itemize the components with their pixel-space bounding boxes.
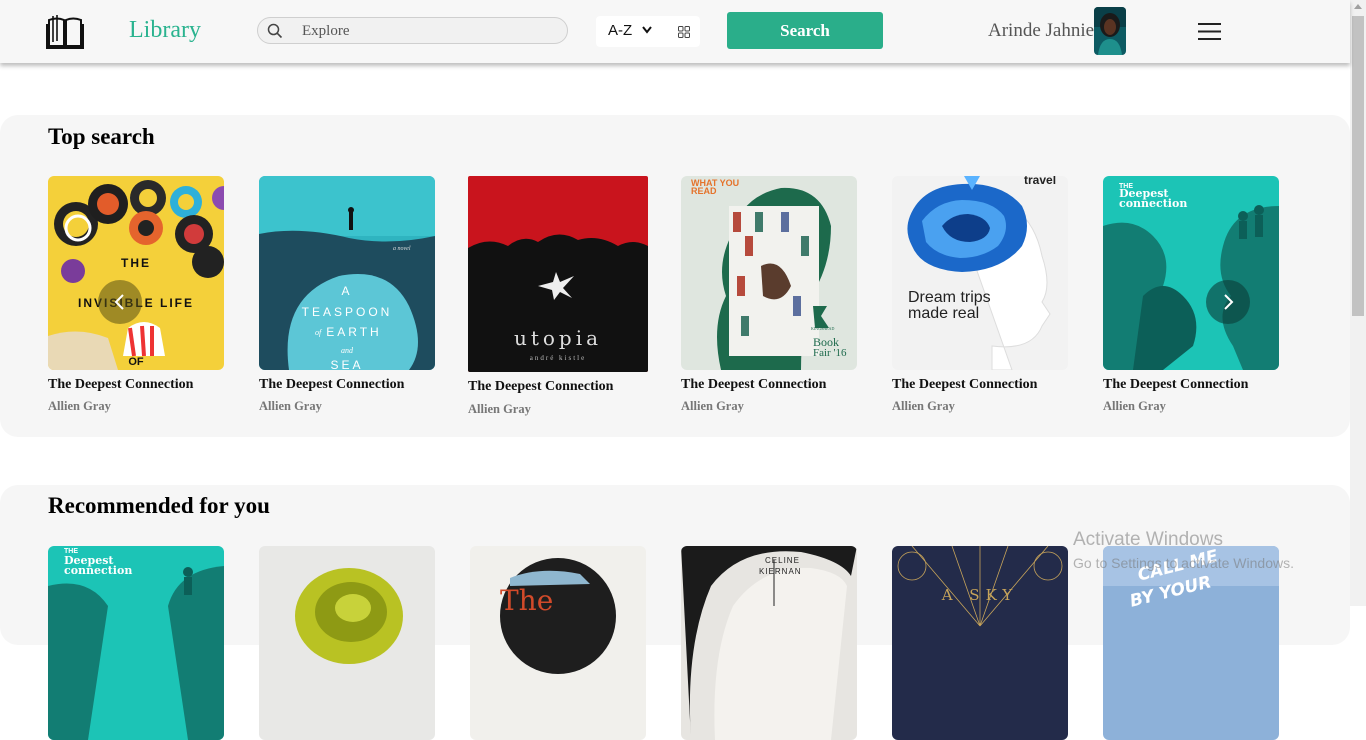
cover-text: andré kistle	[529, 354, 587, 362]
chevron-right-icon	[1224, 294, 1234, 310]
book-author: Allien Gray	[48, 399, 111, 413]
section-title: Recommended for you	[48, 493, 270, 518]
cover-text: THE	[121, 256, 151, 270]
book-cover[interactable]	[259, 546, 435, 740]
search-icon	[267, 23, 283, 39]
cover-text: A SKY	[941, 586, 1019, 604]
book-cover[interactable]: THE Deepest connection	[1103, 176, 1279, 370]
grid-view-icon[interactable]	[678, 26, 690, 38]
carousel-next-button[interactable]	[1206, 280, 1250, 324]
search-input[interactable]	[300, 20, 559, 43]
open-book-icon[interactable]	[46, 12, 84, 50]
book-author: Allien Gray	[681, 399, 744, 413]
book-cover[interactable]: THE INVISIBLE LIFE OF	[48, 176, 224, 370]
avatar[interactable]	[1094, 7, 1126, 55]
book-author: Allien Gray	[892, 399, 955, 413]
book-title[interactable]: The Deepest Connection	[259, 377, 404, 393]
book-cover[interactable]: WHAT YOU READ KINGSHEAD Book Fair '16	[681, 176, 857, 370]
cover-text: The	[500, 584, 554, 617]
brand-name[interactable]: Library	[129, 17, 201, 44]
activation-watermark-subtitle: Go to Settings to activate Windows.	[1073, 555, 1294, 571]
book-cover[interactable]: utopia andré kistle	[468, 176, 648, 372]
book-title[interactable]: The Deepest Connection	[48, 377, 193, 393]
book-cover[interactable]: The	[470, 546, 646, 740]
book-cover[interactable]: CALL ME BY YOUR	[1103, 546, 1279, 740]
book-cover[interactable]: CELINE KIERNAN	[681, 546, 857, 740]
book-title[interactable]: The Deepest Connection	[468, 379, 613, 395]
book-title[interactable]: The Deepest Connection	[681, 377, 826, 393]
book-cover[interactable]: THE Deepest connection	[48, 546, 224, 740]
book-author: Allien Gray	[259, 399, 322, 413]
cover-text: a novel	[393, 246, 411, 252]
book-title[interactable]: The Deepest Connection	[892, 377, 1037, 393]
book-author: Allien Gray	[1103, 399, 1166, 413]
scroll-up-arrow-icon[interactable]	[1354, 4, 1362, 9]
cover-text: KIERNAN	[759, 567, 802, 576]
cover-text: A	[341, 284, 353, 298]
search-button[interactable]: Search	[727, 12, 883, 49]
cover-text: and	[341, 346, 353, 355]
sort-value: A-Z	[608, 22, 633, 39]
section-title: Top search	[48, 124, 155, 149]
chevron-left-icon	[114, 294, 124, 310]
cover-text: made real	[908, 305, 980, 322]
cover-text: EARTH	[326, 325, 382, 339]
cover-text: travel	[1024, 176, 1057, 187]
book-cover[interactable]: a novel A TEASPOON of EARTH and SEA	[259, 176, 435, 370]
top-search-section: Top search THE INVISIBLE LIFE OF	[0, 115, 1350, 437]
book-cover[interactable]: travel Dream trips made real	[892, 176, 1068, 370]
sort-select[interactable]: A-Z	[596, 16, 700, 47]
book-cover[interactable]: A SKY	[892, 546, 1068, 740]
cover-text: utopia	[513, 326, 603, 350]
cover-text: connection	[64, 564, 133, 577]
cover-text: CELINE	[765, 556, 800, 565]
search-bar	[257, 17, 568, 44]
cover-text: READ	[691, 186, 717, 196]
book-author: Allien Gray	[468, 402, 531, 416]
cover-text: Fair '16	[813, 347, 847, 359]
top-navbar: Library A-Z Search Arinde Jahniel	[0, 0, 1350, 63]
carousel-prev-button[interactable]	[98, 280, 142, 324]
cover-text: OF	[128, 356, 144, 368]
book-title[interactable]: The Deepest Connection	[1103, 377, 1248, 393]
chevron-down-icon	[642, 26, 652, 34]
activation-watermark-title: Activate Windows	[1073, 529, 1223, 550]
cover-text: TEASPOON	[301, 305, 393, 319]
cover-text: SEA	[330, 358, 364, 370]
page-scrollbar[interactable]	[1350, 0, 1366, 606]
user-name[interactable]: Arinde Jahniel	[988, 20, 1099, 42]
hamburger-menu-icon[interactable]	[1198, 23, 1221, 40]
cover-text: connection	[1119, 197, 1188, 210]
scrollbar-thumb[interactable]	[1352, 16, 1364, 316]
cover-text: KINGSHEAD	[811, 326, 835, 331]
